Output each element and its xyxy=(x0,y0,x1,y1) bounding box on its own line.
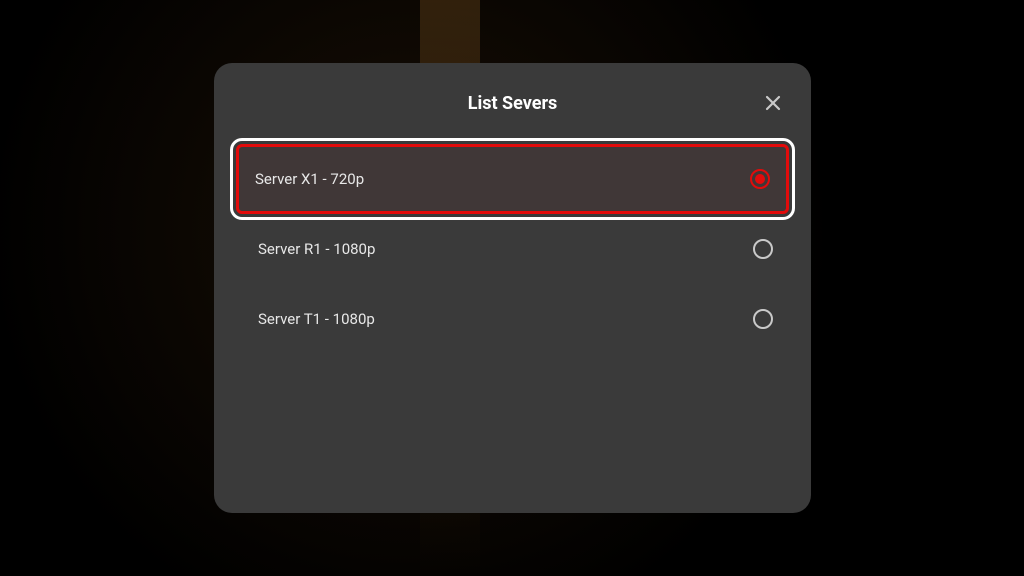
close-icon xyxy=(764,94,782,112)
server-label: Server X1 - 720p xyxy=(255,170,364,188)
server-list-dialog: List Severs Server X1 - 720p Server R1 -… xyxy=(214,63,811,513)
server-list: Server X1 - 720p Server R1 - 1080p Serve… xyxy=(236,144,789,354)
server-row[interactable]: Server X1 - 720p xyxy=(236,144,789,214)
server-row[interactable]: Server T1 - 1080p xyxy=(236,284,789,354)
server-label: Server T1 - 1080p xyxy=(258,310,375,328)
radio-icon xyxy=(753,309,773,329)
dialog-title: List Severs xyxy=(468,93,558,114)
radio-icon xyxy=(750,169,770,189)
radio-icon xyxy=(753,239,773,259)
close-button[interactable] xyxy=(761,91,785,115)
server-row[interactable]: Server R1 - 1080p xyxy=(236,214,789,284)
dialog-header: List Severs xyxy=(236,93,789,114)
server-label: Server R1 - 1080p xyxy=(258,240,375,258)
